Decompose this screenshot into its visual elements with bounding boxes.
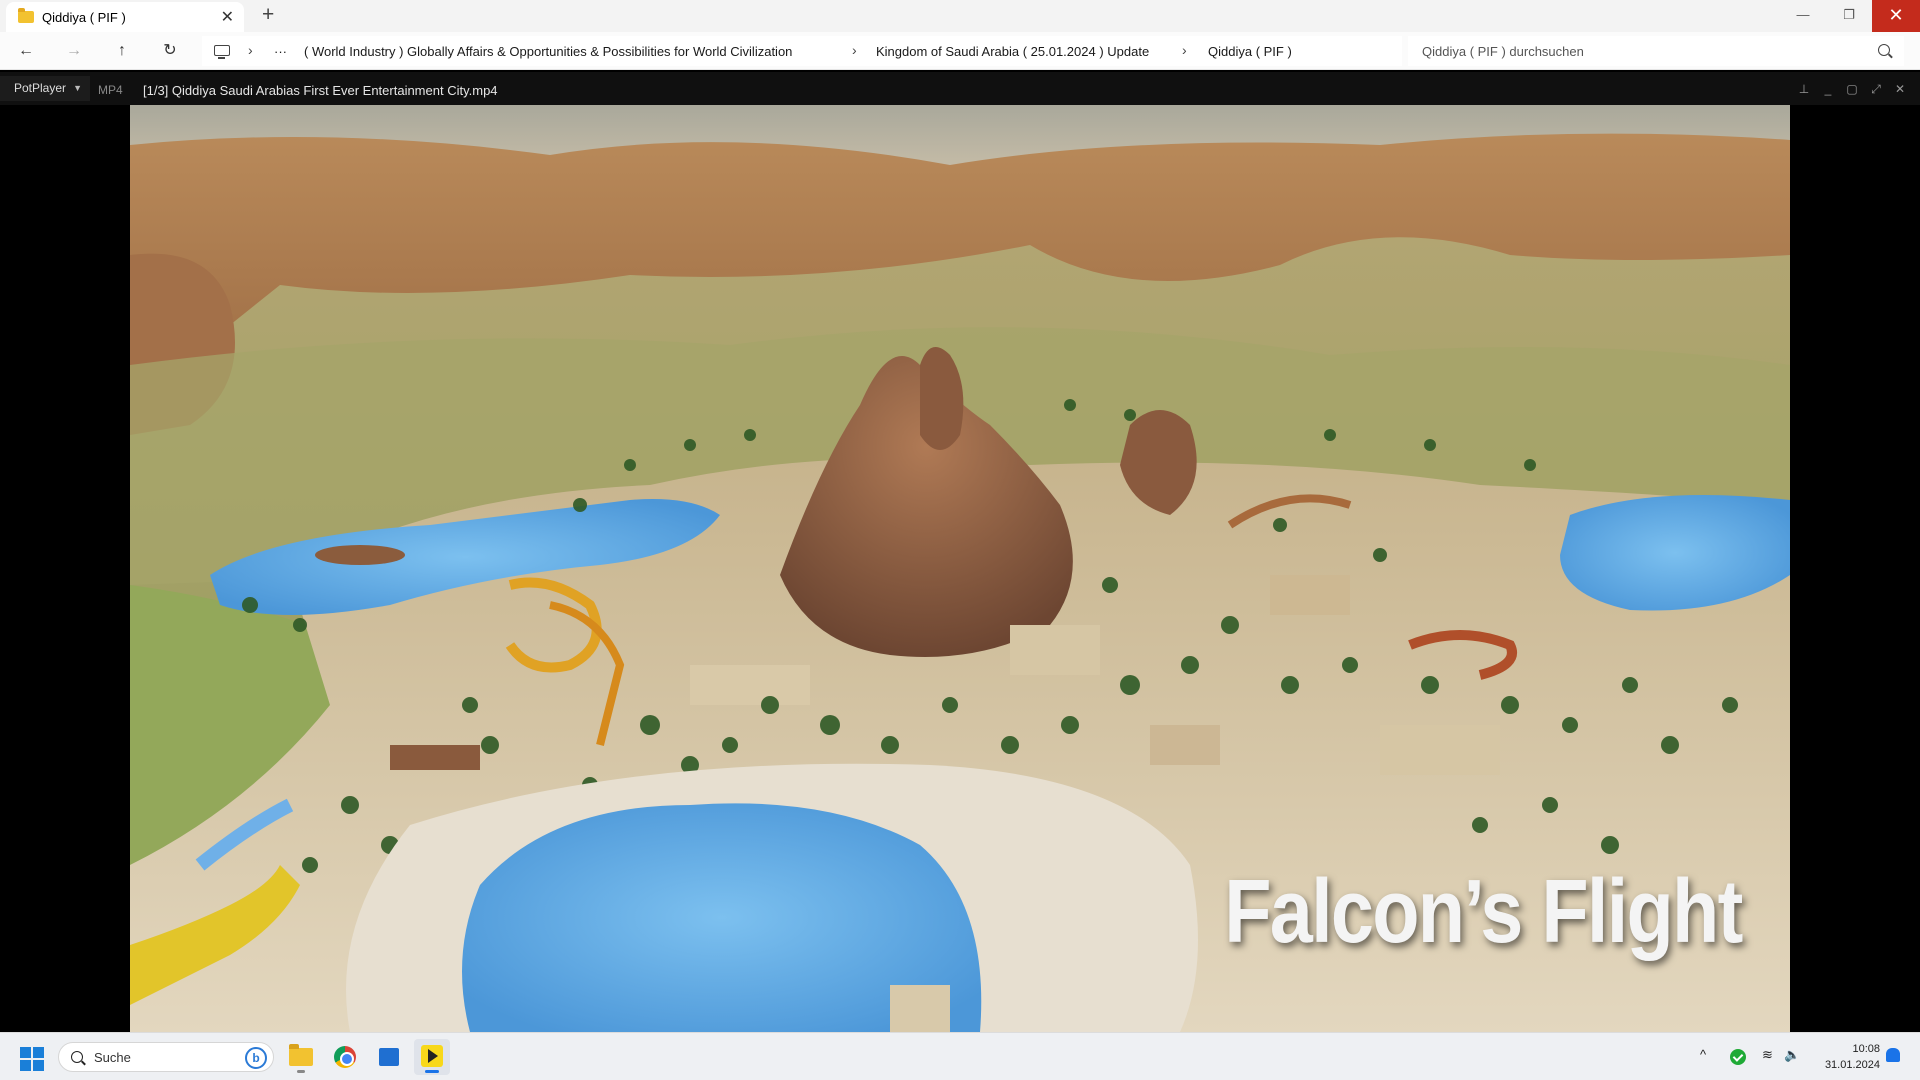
microsoft-store-taskbar-icon[interactable] xyxy=(371,1039,407,1075)
chevron-down-icon: ▼ xyxy=(73,83,82,93)
video-caption: Falcon’s Flight xyxy=(1224,862,1744,962)
refresh-button[interactable]: ↻ xyxy=(156,38,184,64)
taskbar-search-box[interactable]: Suche b xyxy=(58,1042,274,1072)
bing-icon[interactable]: b xyxy=(245,1047,267,1069)
potplayer-title-bar: PotPlayer ▼ MP4 [1/3] Qiddiya Saudi Arab… xyxy=(0,72,1920,105)
explorer-search-box[interactable]: Qiddiya ( PIF ) durchsuchen xyxy=(1408,36,1904,66)
pin-icon[interactable]: ⊥ xyxy=(1794,79,1814,99)
forward-button[interactable]: → xyxy=(60,38,88,64)
tray-overflow-chevron-icon[interactable]: ^ xyxy=(1700,1047,1706,1062)
security-shield-icon[interactable] xyxy=(1730,1049,1746,1065)
breadcrumb-saudi-arabia[interactable]: Kingdom of Saudi Arabia ( 25.01.2024 ) U… xyxy=(876,44,1149,59)
windows-taskbar: Suche b ^ ≋ 🔈 10:08 31.01.2024 xyxy=(0,1032,1920,1080)
video-frame[interactable]: Falcon’s Flight xyxy=(130,105,1790,1032)
clock-time: 10:08 xyxy=(1852,1043,1880,1055)
potplayer-taskbar-icon[interactable] xyxy=(414,1039,450,1075)
chevron-right-icon[interactable]: › xyxy=(852,42,857,58)
breadcrumb-overflow[interactable]: ··· xyxy=(274,44,287,59)
volume-icon[interactable]: 🔈 xyxy=(1784,1047,1800,1063)
taskbar-search-label: Suche xyxy=(94,1050,131,1065)
window-restore-button[interactable]: ❐ xyxy=(1826,0,1872,32)
address-bar[interactable]: › ··· ( World Industry ) Globally Affair… xyxy=(202,36,1402,66)
media-format-label: MP4 xyxy=(98,83,123,97)
potplayer-menu-label: PotPlayer xyxy=(14,81,67,95)
new-tab-button[interactable]: + xyxy=(262,3,274,27)
taskbar-clock[interactable]: 10:08 31.01.2024 xyxy=(1810,1041,1880,1073)
chevron-right-icon[interactable]: › xyxy=(1182,42,1187,58)
file-explorer-taskbar-icon[interactable] xyxy=(283,1039,319,1075)
player-fullscreen-button[interactable]: ⤢ xyxy=(1866,79,1886,99)
video-area[interactable]: Falcon’s Flight xyxy=(0,105,1920,1032)
explorer-tab[interactable]: Qiddiya ( PIF ) ✕ xyxy=(6,2,244,32)
explorer-tab-strip: Qiddiya ( PIF ) ✕ + — ❐ ✕ xyxy=(0,0,1920,32)
windows-start-icon[interactable] xyxy=(20,1047,44,1071)
search-icon[interactable] xyxy=(1878,44,1890,56)
media-file-title: [1/3] Qiddiya Saudi Arabias First Ever E… xyxy=(143,83,498,98)
window-close-button[interactable]: ✕ xyxy=(1872,0,1920,32)
tab-close-button[interactable]: ✕ xyxy=(221,7,234,27)
this-pc-icon[interactable] xyxy=(214,45,230,59)
search-icon xyxy=(71,1051,83,1063)
notification-bell-icon[interactable] xyxy=(1886,1048,1900,1062)
player-minimize-button[interactable]: _ xyxy=(1818,79,1838,99)
breadcrumb-world-industry[interactable]: ( World Industry ) Globally Affairs & Op… xyxy=(304,44,792,59)
tab-title: Qiddiya ( PIF ) xyxy=(42,10,126,25)
folder-icon xyxy=(18,8,34,23)
window-minimize-button[interactable]: — xyxy=(1780,0,1826,32)
chrome-taskbar-icon[interactable] xyxy=(327,1039,363,1075)
explorer-navigation-bar: ← → ↑ ↻ › ··· ( World Industry ) Globall… xyxy=(0,32,1920,70)
search-placeholder: Qiddiya ( PIF ) durchsuchen xyxy=(1422,44,1584,59)
up-button[interactable]: ↑ xyxy=(108,38,136,64)
clock-date: 31.01.2024 xyxy=(1824,1059,1880,1071)
breadcrumb-qiddiya[interactable]: Qiddiya ( PIF ) xyxy=(1208,44,1292,59)
player-maximize-button[interactable]: ▢ xyxy=(1842,79,1862,99)
player-close-button[interactable]: ✕ xyxy=(1890,79,1910,99)
wifi-icon[interactable]: ≋ xyxy=(1762,1047,1773,1063)
chevron-right-icon[interactable]: › xyxy=(248,42,253,58)
back-button[interactable]: ← xyxy=(12,38,40,64)
potplayer-menu-button[interactable]: PotPlayer ▼ xyxy=(0,76,90,101)
